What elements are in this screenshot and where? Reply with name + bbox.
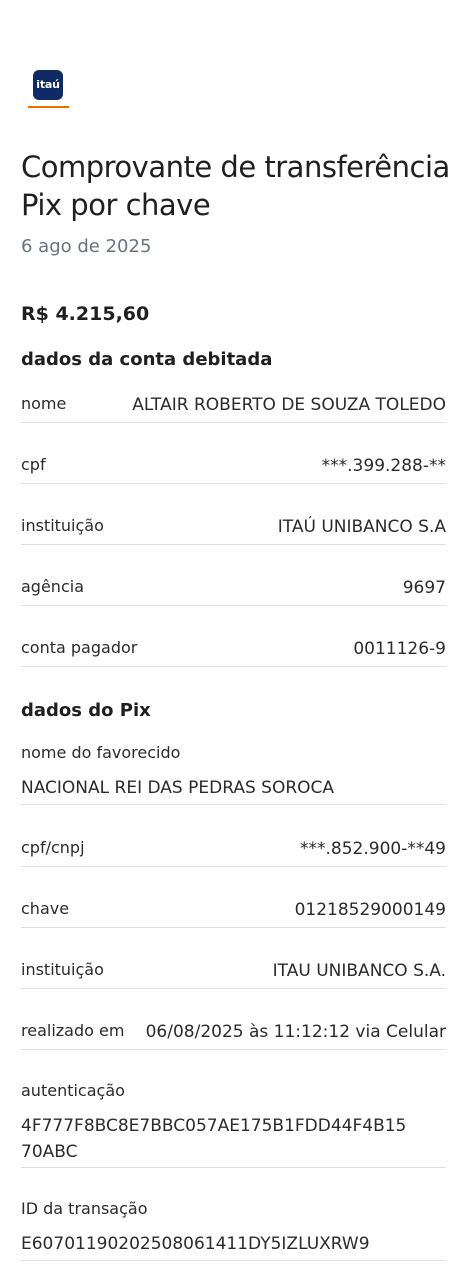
row-value: ***.852.900-**49 (300, 839, 446, 859)
row-value: 06/08/2025 às 11:12:12 via Celular (145, 1022, 446, 1042)
row-value: 0011126-9 (353, 639, 446, 659)
row-authentication: autenticação 4F777F8BC8E7BBC057AE175B1FD… (21, 1080, 446, 1168)
row-payer-name: nome ALTAIR ROBERTO DE SOUZA TOLEDO (21, 390, 446, 423)
row-label: ID da transação (21, 1199, 148, 1218)
itau-logo: itaú (28, 70, 69, 108)
receipt-page: itaú Comprovante de transferência Pix po… (0, 0, 467, 1280)
row-recipient-name: nome do favorecido NACIONAL REI DAS PEDR… (21, 742, 446, 805)
row-value: 4F777F8BC8E7BBC057AE175B1FDD44F4B15 70AB… (21, 1116, 407, 1162)
row-label: autenticação (21, 1081, 125, 1100)
row-payer-account: conta pagador 0011126-9 (21, 634, 446, 667)
receipt-date: 6 ago de 2025 (21, 236, 152, 257)
row-label: instituição (21, 960, 104, 979)
row-label: instituição (21, 516, 104, 535)
row-payer-branch: agência 9697 (21, 573, 446, 606)
row-value: E60701190202508061411DY5IZLUXRW9 (21, 1234, 370, 1254)
row-label: nome do favorecido (21, 743, 181, 762)
row-label: conta pagador (21, 638, 138, 657)
page-title: Comprovante de transferência Pix por cha… (21, 150, 450, 222)
row-label: cpf/cnpj (21, 838, 85, 857)
row-value: 9697 (402, 578, 446, 598)
row-value: ALTAIR ROBERTO DE SOUZA TOLEDO (132, 395, 446, 415)
pix-section-title: dados do Pix (21, 700, 151, 721)
row-value: 01218529000149 (294, 900, 446, 920)
row-label: nome (21, 394, 67, 413)
row-label: realizado em (21, 1021, 125, 1040)
transfer-amount: R$ 4.215,60 (21, 303, 150, 325)
row-recipient-institution: instituição ITAU UNIBANCO S.A. (21, 956, 446, 989)
row-recipient-cpf-cnpj: cpf/cnpj ***.852.900-**49 (21, 834, 446, 867)
row-value: ITAÚ UNIBANCO S.A (277, 517, 446, 537)
debited-account-section-title: dados da conta debitada (21, 349, 273, 370)
row-label: agência (21, 577, 84, 596)
row-payer-cpf: cpf ***.399.288-** (21, 451, 446, 484)
row-executed-at: realizado em 06/08/2025 às 11:12:12 via … (21, 1017, 446, 1050)
row-value: ITAU UNIBANCO S.A. (272, 961, 446, 981)
logo-underline (28, 106, 69, 108)
row-label: chave (21, 899, 70, 918)
row-payer-institution: instituição ITAÚ UNIBANCO S.A (21, 512, 446, 545)
row-label: cpf (21, 455, 46, 474)
row-transaction-id: ID da transação E60701190202508061411DY5… (21, 1198, 446, 1261)
row-value: NACIONAL REI DAS PEDRAS SOROCA (21, 778, 335, 798)
row-pix-key: chave 01218529000149 (21, 895, 446, 928)
row-value: ***.399.288-** (321, 456, 446, 476)
itau-logo-mark: itaú (33, 70, 63, 100)
